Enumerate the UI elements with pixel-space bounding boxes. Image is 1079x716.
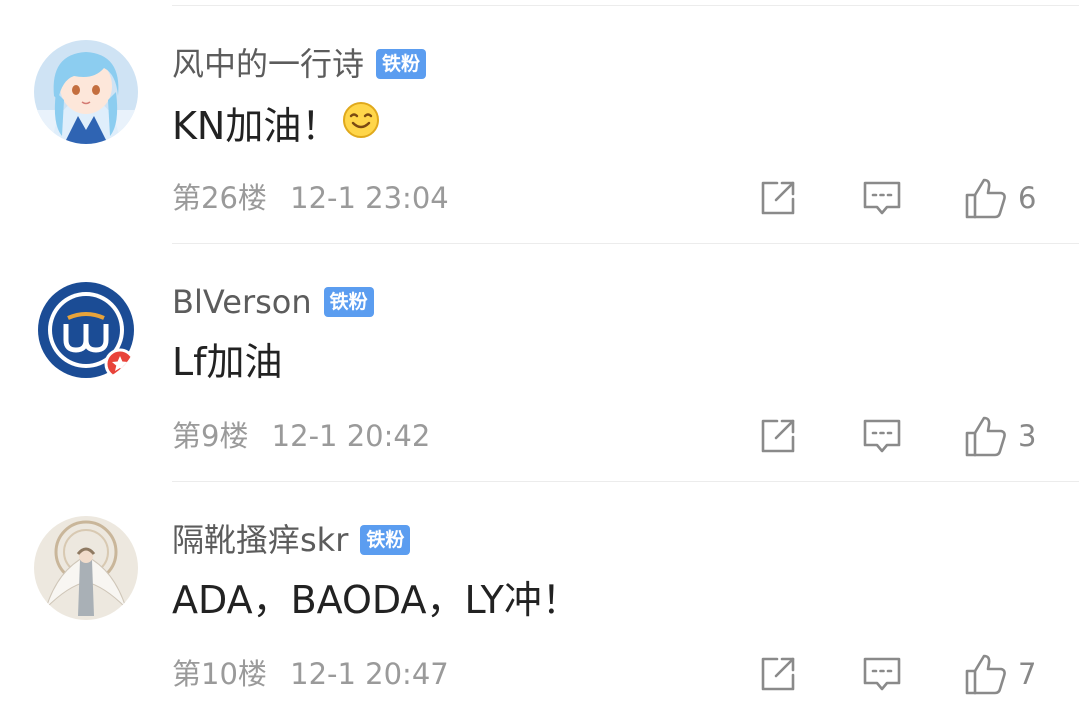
comment-item: BlVerson 铁粉 Lf加油 第9楼 12-1 20:42 3 (0, 238, 1079, 478)
comment-meta: 第9楼 12-1 20:42 (172, 418, 430, 454)
username-row: BlVerson 铁粉 (172, 282, 374, 322)
smiling-face-emoji-icon (341, 100, 381, 151)
username[interactable]: BlVerson (172, 282, 312, 322)
username-row: 隔靴搔痒skr 铁粉 (172, 520, 411, 560)
timestamp: 12-1 23:04 (290, 181, 449, 215)
username-row: 风中的一行诗 铁粉 (172, 44, 427, 84)
floor-number: 第9楼 (172, 419, 249, 453)
comment-icon (863, 419, 901, 453)
comment-text: ADA，BAODA，LY冲！ (172, 578, 580, 622)
comment-icon (863, 657, 901, 691)
like-button[interactable]: 6 (964, 176, 1036, 220)
share-icon (761, 419, 795, 453)
avatar[interactable] (34, 40, 138, 144)
comment-meta: 第10楼 12-1 20:47 (172, 656, 449, 692)
reply-button[interactable] (862, 654, 902, 694)
like-count: 6 (1018, 181, 1037, 215)
comment-meta: 第26楼 12-1 23:04 (172, 180, 449, 216)
reply-button[interactable] (862, 416, 902, 456)
thumbs-up-icon (965, 416, 1006, 457)
share-icon (761, 181, 795, 215)
avatar[interactable] (34, 516, 138, 620)
share-icon (761, 657, 795, 691)
comment-icon (863, 181, 901, 215)
comment-item: 隔靴搔痒skr 铁粉 ADA，BAODA，LY冲！ 第10楼 12-1 20:4… (0, 476, 1079, 716)
fan-badge: 铁粉 (323, 287, 374, 317)
thumbs-up-icon (965, 654, 1006, 695)
comment-text-row: KN加油！ (172, 100, 381, 151)
floor-number: 第26楼 (172, 181, 267, 215)
timestamp: 12-1 20:42 (271, 419, 431, 453)
timestamp: 12-1 20:47 (290, 657, 449, 691)
avatar[interactable] (34, 278, 138, 382)
like-button[interactable]: 7 (964, 652, 1036, 696)
reply-button[interactable] (862, 178, 902, 218)
share-button[interactable] (758, 416, 798, 456)
like-button[interactable]: 3 (964, 414, 1036, 458)
floor-number: 第10楼 (172, 657, 267, 691)
comment-text: Lf加油 (172, 340, 283, 384)
like-count: 3 (1018, 419, 1037, 453)
username[interactable]: 风中的一行诗 (172, 44, 364, 84)
share-button[interactable] (758, 178, 798, 218)
username[interactable]: 隔靴搔痒skr (172, 520, 348, 560)
share-button[interactable] (758, 654, 798, 694)
comment-item: 风中的一行诗 铁粉 KN加油！ 第26楼 12-1 23:04 6 (0, 0, 1079, 240)
fan-badge: 铁粉 (376, 49, 427, 79)
comment-text: KN加油！ (172, 103, 340, 148)
like-count: 7 (1018, 657, 1037, 691)
comment-text-row: Lf加油 (172, 338, 283, 386)
thumbs-up-icon (965, 178, 1006, 219)
comment-text-row: ADA，BAODA，LY冲！ (172, 576, 580, 624)
fan-badge: 铁粉 (360, 525, 411, 555)
